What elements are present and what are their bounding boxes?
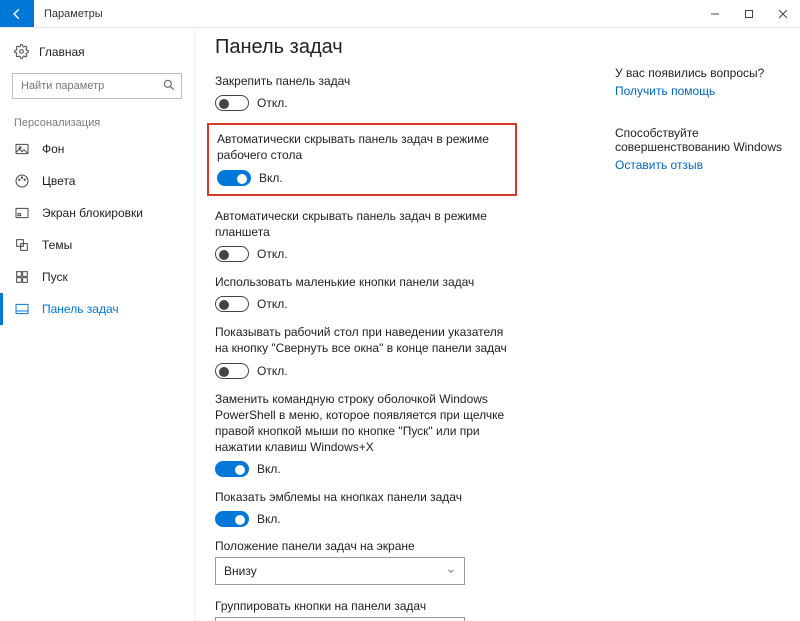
maximize-icon	[744, 9, 754, 19]
toggle-lock-taskbar[interactable]	[215, 95, 249, 111]
setting-autohide-desktop: Автоматически скрывать панель задач в ре…	[217, 131, 507, 185]
setting-label: Заменить командную строку оболочкой Wind…	[215, 391, 515, 456]
toggle-small-buttons[interactable]	[215, 296, 249, 312]
sidebar-item-start[interactable]: Пуск	[0, 261, 194, 293]
minimize-icon	[710, 9, 720, 19]
palette-icon	[14, 173, 30, 189]
dropdown-value: Внизу	[224, 564, 257, 578]
lockscreen-icon	[14, 205, 30, 221]
toggle-state: Вкл.	[257, 462, 281, 476]
themes-icon	[14, 237, 30, 253]
toggle-state: Откл.	[257, 364, 288, 378]
toggle-powershell[interactable]	[215, 461, 249, 477]
close-icon	[778, 9, 788, 19]
sidebar-item-themes[interactable]: Темы	[0, 229, 194, 261]
window-minimize-button[interactable]	[698, 0, 732, 27]
sidebar: Главная Персонализация Фон Цвета Экран б…	[0, 28, 195, 621]
sidebar-item-background[interactable]: Фон	[0, 133, 194, 165]
page-heading: Панель задач	[215, 36, 603, 59]
sidebar-item-label: Пуск	[42, 270, 68, 284]
toggle-peek-desktop[interactable]	[215, 363, 249, 379]
sidebar-item-taskbar[interactable]: Панель задач	[0, 293, 194, 325]
highlighted-setting: Автоматически скрывать панель задач в ре…	[207, 123, 517, 195]
toggle-state: Откл.	[257, 297, 288, 311]
setting-label: Показывать рабочий стол при наведении ук…	[215, 324, 515, 356]
toggle-state: Вкл.	[259, 171, 283, 185]
search-input[interactable]	[12, 73, 182, 99]
sidebar-item-label: Экран блокировки	[42, 206, 143, 220]
toggle-autohide-desktop[interactable]	[217, 170, 251, 186]
sidebar-item-colors[interactable]: Цвета	[0, 165, 194, 197]
toggle-state: Вкл.	[257, 512, 281, 526]
link-get-help[interactable]: Получить помощь	[615, 84, 788, 98]
setting-label: Показать эмблемы на кнопках панели задач	[215, 489, 515, 505]
gear-icon	[14, 44, 29, 59]
sidebar-item-lockscreen[interactable]: Экран блокировки	[0, 197, 194, 229]
window-title: Параметры	[34, 8, 103, 20]
setting-small-buttons: Использовать маленькие кнопки панели зад…	[215, 274, 515, 312]
toggle-badges[interactable]	[215, 511, 249, 527]
link-feedback[interactable]: Оставить отзыв	[615, 158, 788, 172]
sidebar-item-label: Темы	[42, 238, 72, 252]
setting-lock-taskbar: Закрепить панель задач Откл.	[215, 73, 515, 111]
sidebar-section-header: Персонализация	[0, 99, 194, 133]
dropdown-label-position: Положение панели задач на экране	[215, 539, 603, 553]
help-question: У вас появились вопросы?	[615, 66, 788, 80]
start-icon	[14, 269, 30, 285]
dropdown-combine[interactable]: Всегда, скрывать метки	[215, 617, 465, 621]
taskbar-icon	[14, 301, 30, 317]
window-maximize-button[interactable]	[732, 0, 766, 27]
right-column: У вас появились вопросы? Получить помощь…	[615, 28, 800, 621]
chevron-down-icon	[446, 566, 456, 576]
main-content: Панель задач Закрепить панель задач Откл…	[195, 28, 615, 621]
setting-autohide-tablet: Автоматически скрывать панель задач в ре…	[215, 208, 515, 262]
setting-label: Автоматически скрывать панель задач в ре…	[217, 131, 507, 163]
sidebar-item-label: Фон	[42, 142, 64, 156]
setting-peek-desktop: Показывать рабочий стол при наведении ук…	[215, 324, 515, 378]
sidebar-item-label: Цвета	[42, 174, 75, 188]
setting-powershell: Заменить командную строку оболочкой Wind…	[215, 391, 515, 478]
dropdown-label-combine: Группировать кнопки на панели задач	[215, 599, 603, 613]
picture-icon	[14, 141, 30, 157]
arrow-left-icon	[10, 7, 24, 21]
feedback-question: Способствуйте совершенствованию Windows	[615, 126, 788, 154]
back-button[interactable]	[0, 0, 34, 27]
toggle-state: Откл.	[257, 96, 288, 110]
dropdown-position[interactable]: Внизу	[215, 557, 465, 585]
window-close-button[interactable]	[766, 0, 800, 27]
sidebar-item-label: Панель задач	[42, 302, 119, 316]
window-titlebar: Параметры	[0, 0, 800, 28]
toggle-autohide-tablet[interactable]	[215, 246, 249, 262]
toggle-state: Откл.	[257, 247, 288, 261]
setting-label: Автоматически скрывать панель задач в ре…	[215, 208, 515, 240]
search-container	[12, 73, 182, 99]
sidebar-home[interactable]: Главная	[0, 38, 194, 65]
setting-label: Закрепить панель задач	[215, 73, 515, 89]
sidebar-home-label: Главная	[39, 45, 85, 59]
setting-badges: Показать эмблемы на кнопках панели задач…	[215, 489, 515, 527]
setting-label: Использовать маленькие кнопки панели зад…	[215, 274, 515, 290]
